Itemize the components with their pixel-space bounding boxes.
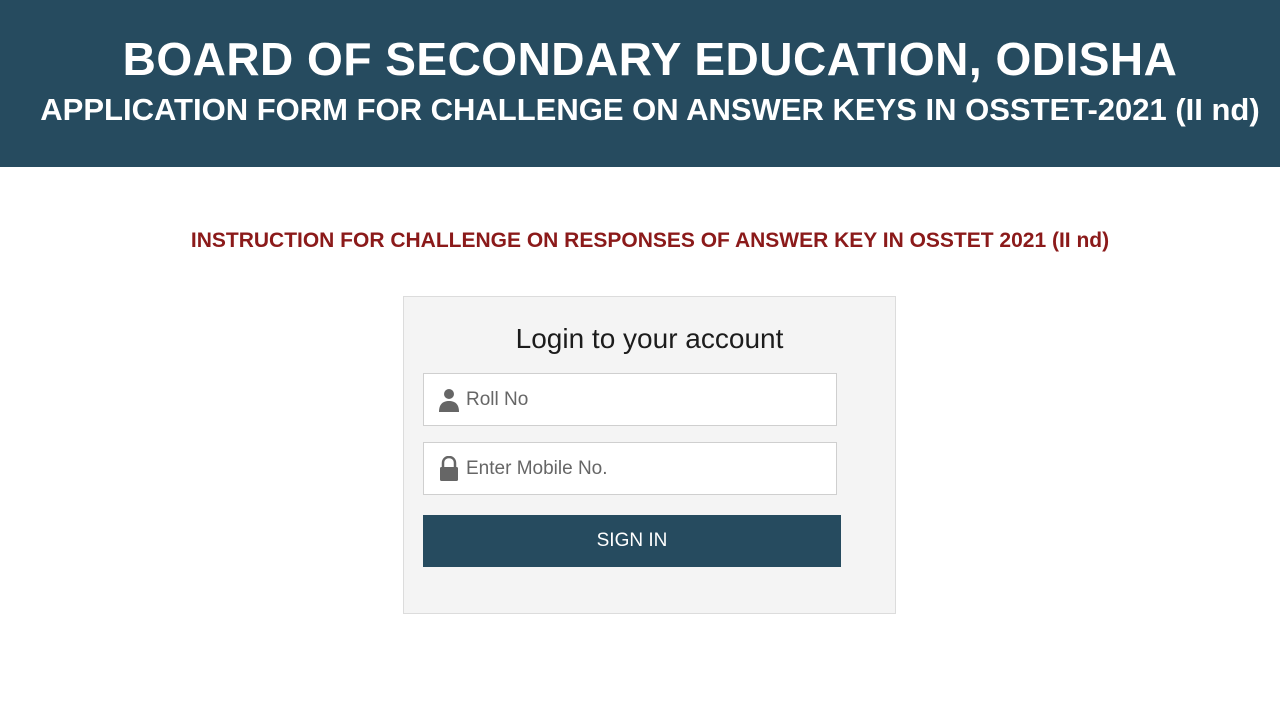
instruction-link[interactable]: INSTRUCTION FOR CHALLENGE ON RESPONSES O… — [0, 229, 1280, 253]
sign-in-button[interactable]: SIGN IN — [423, 515, 841, 567]
roll-no-input[interactable] — [466, 374, 826, 425]
mobile-input[interactable] — [466, 443, 826, 494]
user-icon — [439, 389, 459, 412]
page-header: BOARD OF SECONDARY EDUCATION, ODISHA APP… — [0, 0, 1280, 167]
login-title: Login to your account — [515, 323, 784, 354]
board-title: BOARD OF SECONDARY EDUCATION, ODISHA — [122, 33, 1178, 85]
lock-icon — [440, 456, 458, 481]
roll-no-field[interactable] — [423, 373, 837, 426]
mobile-field[interactable] — [423, 442, 837, 495]
login-panel: Login to your account SIGN IN — [403, 296, 896, 614]
form-subtitle: APPLICATION FORM FOR CHALLENGE ON ANSWER… — [40, 92, 1260, 127]
